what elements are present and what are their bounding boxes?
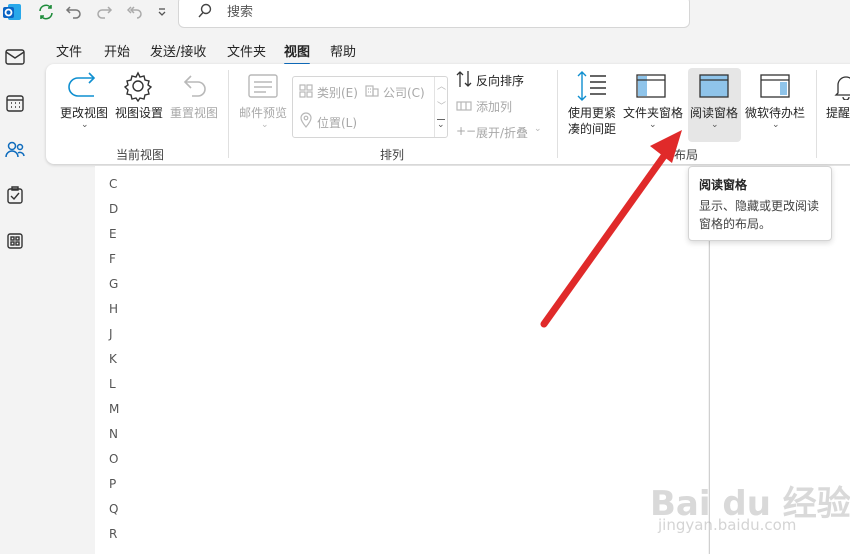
baidu-watermark-url: jingyan.baidu.com [658, 516, 797, 534]
annotation-arrow [540, 130, 682, 328]
